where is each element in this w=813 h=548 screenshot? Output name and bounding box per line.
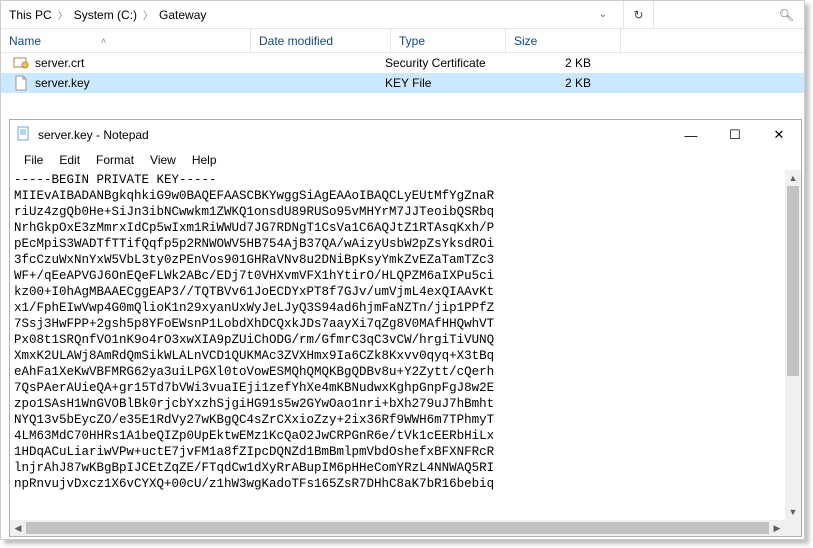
sort-asc-icon: ˄ bbox=[101, 36, 106, 46]
menu-edit[interactable]: Edit bbox=[53, 152, 86, 168]
menu-help[interactable]: Help bbox=[186, 152, 223, 168]
horizontal-scrollbar[interactable]: ◀ ▶ bbox=[10, 520, 801, 536]
scroll-corner bbox=[785, 520, 801, 536]
file-list: server.crtSecurity Certificate2 KBserver… bbox=[1, 53, 804, 93]
file-row[interactable]: server.key KEY File2 KB bbox=[1, 73, 804, 93]
file-type: Security Certificate bbox=[385, 56, 500, 70]
menu-view[interactable]: View bbox=[144, 152, 182, 168]
chevron-right-icon: 〉 bbox=[143, 7, 153, 22]
breadcrumb-item[interactable]: Gateway bbox=[159, 8, 206, 22]
scroll-thumb[interactable] bbox=[26, 522, 769, 534]
chevron-right-icon: 〉 bbox=[58, 7, 68, 22]
column-label: Name bbox=[9, 34, 41, 48]
address-bar: This PC 〉 System (C:) 〉 Gateway ⌄ ↻ 🔍︎ bbox=[1, 1, 804, 29]
file-type: KEY File bbox=[385, 76, 500, 90]
window-title: server.key - Notepad bbox=[38, 128, 669, 142]
vertical-scrollbar[interactable]: ▲ ▼ bbox=[785, 170, 801, 520]
column-name[interactable]: Name ˄ bbox=[1, 29, 251, 52]
breadcrumb[interactable]: This PC 〉 System (C:) 〉 Gateway ⌄ bbox=[1, 1, 624, 28]
menu-format[interactable]: Format bbox=[90, 152, 140, 168]
maximize-icon: ☐ bbox=[729, 127, 741, 143]
notepad-icon bbox=[16, 126, 32, 145]
refresh-button[interactable]: ↻ bbox=[624, 1, 654, 28]
search-input[interactable]: 🔍︎ bbox=[654, 1, 804, 28]
file-name: server.key bbox=[35, 76, 90, 90]
file-row[interactable]: server.crt Security Certificate2 KB bbox=[1, 53, 804, 73]
menu-bar: File Edit Format View Help bbox=[10, 150, 801, 170]
menu-file[interactable]: File bbox=[18, 152, 49, 168]
file-size: 2 KB bbox=[500, 76, 615, 90]
scroll-thumb[interactable] bbox=[787, 186, 799, 376]
scroll-up-icon[interactable]: ▲ bbox=[785, 170, 801, 186]
breadcrumb-item[interactable]: This PC bbox=[9, 8, 52, 22]
search-icon: 🔍︎ bbox=[779, 8, 794, 22]
text-content[interactable]: -----BEGIN PRIVATE KEY----- MIIEvAIBADAN… bbox=[10, 170, 785, 520]
minimize-button[interactable]: — bbox=[669, 120, 713, 150]
close-button[interactable]: ✕ bbox=[757, 120, 801, 150]
minimize-icon: — bbox=[685, 128, 698, 143]
breadcrumb-item[interactable]: System (C:) bbox=[74, 8, 137, 22]
column-size[interactable]: Size bbox=[506, 29, 621, 52]
column-date[interactable]: Date modified bbox=[251, 29, 391, 52]
notepad-window: server.key - Notepad — ☐ ✕ File Edit For… bbox=[9, 119, 802, 537]
scroll-down-icon[interactable]: ▼ bbox=[785, 504, 801, 520]
chevron-down-icon[interactable]: ⌄ bbox=[599, 9, 607, 20]
file-size: 2 KB bbox=[500, 56, 615, 70]
maximize-button[interactable]: ☐ bbox=[713, 120, 757, 150]
file-icon bbox=[13, 55, 29, 71]
scroll-left-icon[interactable]: ◀ bbox=[10, 520, 26, 536]
column-type[interactable]: Type bbox=[391, 29, 506, 52]
refresh-icon: ↻ bbox=[633, 8, 643, 22]
scroll-right-icon[interactable]: ▶ bbox=[769, 520, 785, 536]
file-icon bbox=[13, 75, 29, 91]
close-icon: ✕ bbox=[774, 127, 785, 143]
title-bar[interactable]: server.key - Notepad — ☐ ✕ bbox=[10, 120, 801, 150]
file-name: server.crt bbox=[35, 56, 84, 70]
column-headers: Name ˄ Date modified Type Size bbox=[1, 29, 804, 53]
